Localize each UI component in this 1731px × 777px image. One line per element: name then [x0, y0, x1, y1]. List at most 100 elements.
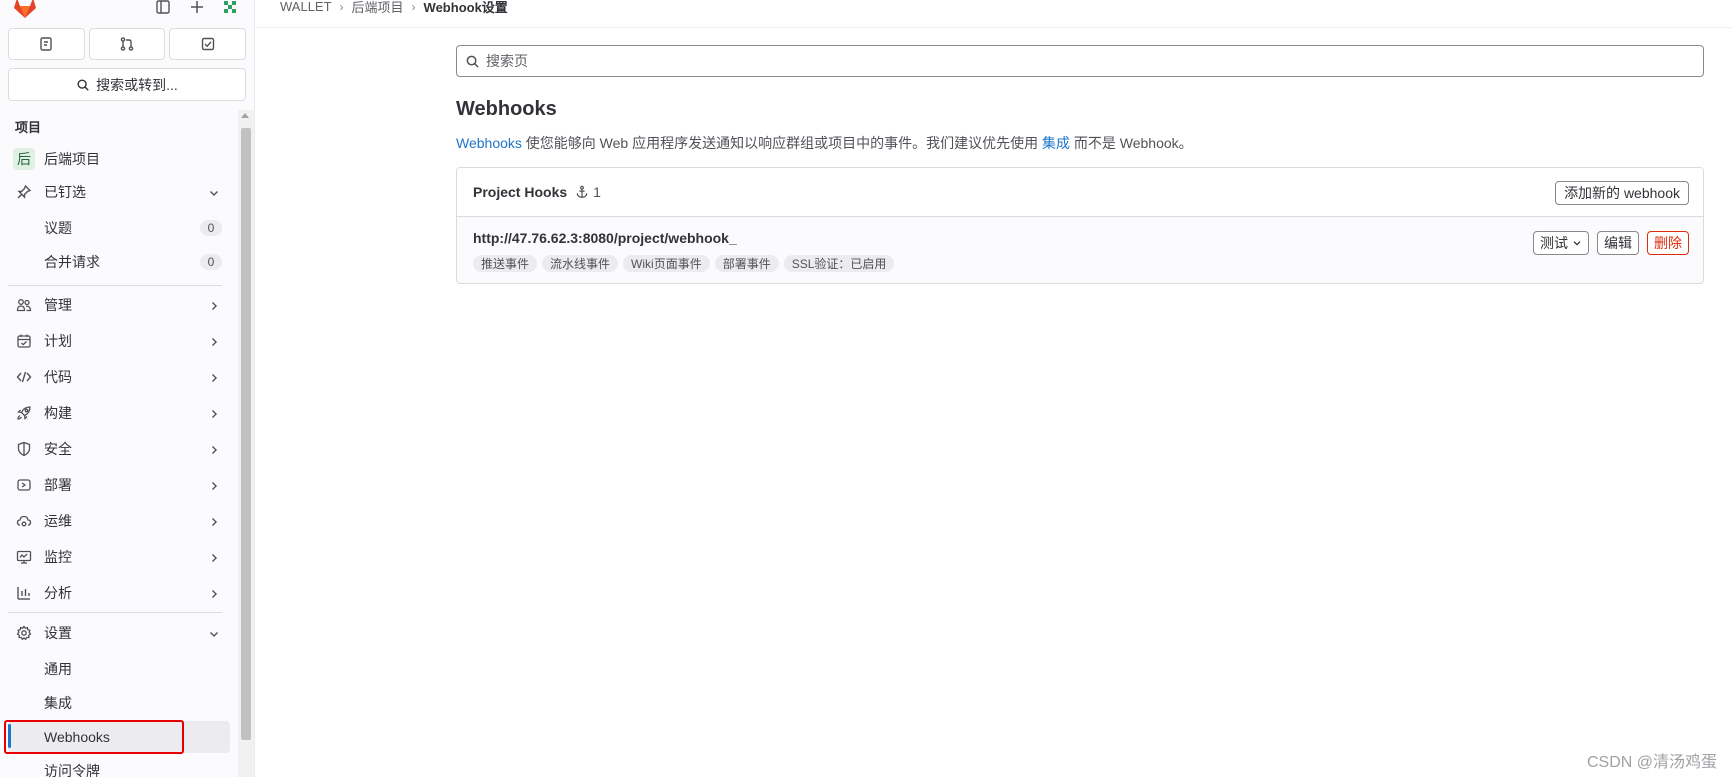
- todo-counter-button[interactable]: [169, 28, 247, 60]
- sidebar-project-item[interactable]: 后 后端项目: [8, 143, 230, 175]
- sidebar-project-label: 后端项目: [44, 151, 100, 167]
- chevron-right-icon: [208, 371, 220, 383]
- sidebar-item-label: 已钉选: [44, 184, 86, 200]
- monitor-icon: [16, 549, 32, 565]
- chevron-down-icon: [1573, 241, 1581, 246]
- scroll-up-arrow-icon[interactable]: [241, 113, 249, 118]
- hooks-count: 1: [575, 184, 601, 200]
- user-avatar-icon[interactable]: [219, 0, 241, 18]
- sidebar-item-monitor[interactable]: 监控: [8, 541, 230, 573]
- pin-icon: [16, 184, 32, 200]
- webhook-actions: 测试 编辑 删除: [1533, 231, 1689, 255]
- test-button-label: 测试: [1540, 235, 1568, 251]
- event-tag: 推送事件: [473, 255, 538, 272]
- chevron-right-icon: [208, 407, 220, 419]
- merge-requests-counter-button[interactable]: [88, 28, 166, 60]
- chevron-right-icon: [208, 299, 220, 311]
- search-icon: [77, 78, 89, 91]
- sidebar-scrollbar-thumb[interactable]: [241, 128, 251, 740]
- todo-check-icon: [201, 37, 214, 51]
- watermark: CSDN @清汤鸡蛋: [1586, 754, 1717, 771]
- breadcrumb: WALLET › 后端项目 › Webhook设置: [280, 0, 508, 16]
- sidebar-item-access-tokens[interactable]: 访问令牌: [8, 755, 230, 777]
- add-webhook-button[interactable]: 添加新的 webhook: [1555, 181, 1689, 205]
- issues-icon: [40, 37, 53, 51]
- deploy-icon: [16, 477, 32, 493]
- webhook-event-tags: 推送事件 流水线事件 Wiki页面事件 部署事件 SSL验证：已启用: [473, 255, 895, 272]
- cloud-gear-icon: [16, 513, 32, 529]
- sidebar-item-build[interactable]: 构建: [8, 397, 230, 429]
- chevron-right-icon: ›: [411, 0, 416, 14]
- sidebar-item-label: 代码: [44, 369, 72, 385]
- sidebar-search-button[interactable]: 搜索或转到...: [8, 68, 246, 101]
- issues-counter-button[interactable]: [8, 28, 85, 60]
- sidebar: 搜索或转到... 项目 后 后端项目 已钉选 议题 0 合并请求 0 管理 计划…: [0, 0, 255, 777]
- counter-buttons: [8, 28, 247, 62]
- sidebar-item-label: 合并请求: [44, 254, 100, 270]
- sidebar-toggle-icon[interactable]: [152, 0, 174, 18]
- card-title-text: Project Hooks: [473, 184, 568, 200]
- gear-icon: [16, 625, 32, 641]
- hooks-count-value: 1: [593, 184, 601, 200]
- integrations-link[interactable]: 集成: [1042, 135, 1070, 151]
- chevron-right-icon: [208, 551, 220, 563]
- page-description: Webhooks 使您能够向 Web 应用程序发送通知以响应群组或项目中的事件。…: [456, 133, 1193, 153]
- sidebar-item-settings[interactable]: 设置: [8, 617, 230, 649]
- sidebar-item-integrations[interactable]: 集成: [8, 687, 230, 719]
- sidebar-item-label: 安全: [44, 441, 72, 457]
- chevron-right-icon: [208, 587, 220, 599]
- sidebar-item-label: 运维: [44, 513, 72, 529]
- sidebar-item-label: 访问令牌: [44, 763, 100, 777]
- sidebar-item-security[interactable]: 安全: [8, 433, 230, 465]
- event-tag: 流水线事件: [542, 255, 619, 272]
- sidebar-item-general[interactable]: 通用: [8, 653, 230, 685]
- sidebar-item-manage[interactable]: 管理: [8, 289, 230, 321]
- sidebar-item-label: 管理: [44, 297, 72, 313]
- breadcrumb-item-current[interactable]: Webhook设置: [424, 0, 508, 16]
- page-search-box[interactable]: [456, 45, 1704, 77]
- sidebar-divider: [8, 285, 222, 286]
- gitlab-logo-icon[interactable]: [12, 0, 38, 18]
- search-icon: [466, 55, 479, 68]
- webhooks-docs-link[interactable]: Webhooks: [456, 135, 522, 151]
- sidebar-item-operate[interactable]: 运维: [8, 505, 230, 537]
- project-hooks-card: Project Hooks 1 添加新的 webhook http://47.7…: [456, 167, 1704, 284]
- merge-request-icon: [120, 37, 134, 51]
- sidebar-item-analyze[interactable]: 分析: [8, 577, 230, 609]
- plus-icon[interactable]: [186, 0, 208, 18]
- top-bar: WALLET › 后端项目 › Webhook设置: [256, 0, 1731, 28]
- breadcrumb-item-project[interactable]: 后端项目: [352, 0, 404, 16]
- sidebar-item-issues[interactable]: 议题 0: [8, 212, 230, 244]
- chart-icon: [16, 585, 32, 601]
- anchor-icon: [576, 185, 588, 198]
- description-text: 使您能够向 Web 应用程序发送通知以响应群组或项目中的事件。我们建议优先使用: [521, 135, 1042, 151]
- count-badge: 0: [200, 220, 222, 236]
- sidebar-item-label: 分析: [44, 585, 72, 601]
- sidebar-section-label: 项目: [15, 120, 42, 135]
- ssl-tag: SSL验证：已启用: [783, 255, 895, 272]
- count-badge: 0: [200, 254, 222, 270]
- sidebar-item-code[interactable]: 代码: [8, 361, 230, 393]
- chevron-right-icon: [208, 335, 220, 347]
- calendar-icon: [16, 333, 32, 349]
- chevron-right-icon: [208, 443, 220, 455]
- rocket-icon: [16, 405, 32, 421]
- sidebar-item-label: 通用: [44, 661, 72, 677]
- edit-button[interactable]: 编辑: [1597, 231, 1639, 255]
- sidebar-divider: [8, 612, 222, 613]
- sidebar-item-merge-requests[interactable]: 合并请求 0: [8, 246, 230, 278]
- sidebar-item-label: 集成: [44, 695, 72, 711]
- webhook-row: http://47.76.62.3:8080/project/webhook_ …: [457, 217, 1703, 283]
- chevron-down-icon: [208, 627, 220, 639]
- delete-button[interactable]: 删除: [1647, 231, 1689, 255]
- sidebar-item-pinned[interactable]: 已钉选: [8, 176, 230, 208]
- test-dropdown-button[interactable]: 测试: [1533, 231, 1589, 255]
- sidebar-item-deploy[interactable]: 部署: [8, 469, 230, 501]
- card-title: Project Hooks 1: [473, 184, 601, 200]
- sidebar-item-plan[interactable]: 计划: [8, 325, 230, 357]
- page-search-input[interactable]: [486, 53, 1686, 69]
- app-window: 搜索或转到... 项目 后 后端项目 已钉选 议题 0 合并请求 0 管理 计划…: [0, 0, 1731, 777]
- project-avatar: 后: [13, 148, 35, 170]
- shield-icon: [16, 441, 32, 457]
- breadcrumb-item-group[interactable]: WALLET: [280, 0, 332, 14]
